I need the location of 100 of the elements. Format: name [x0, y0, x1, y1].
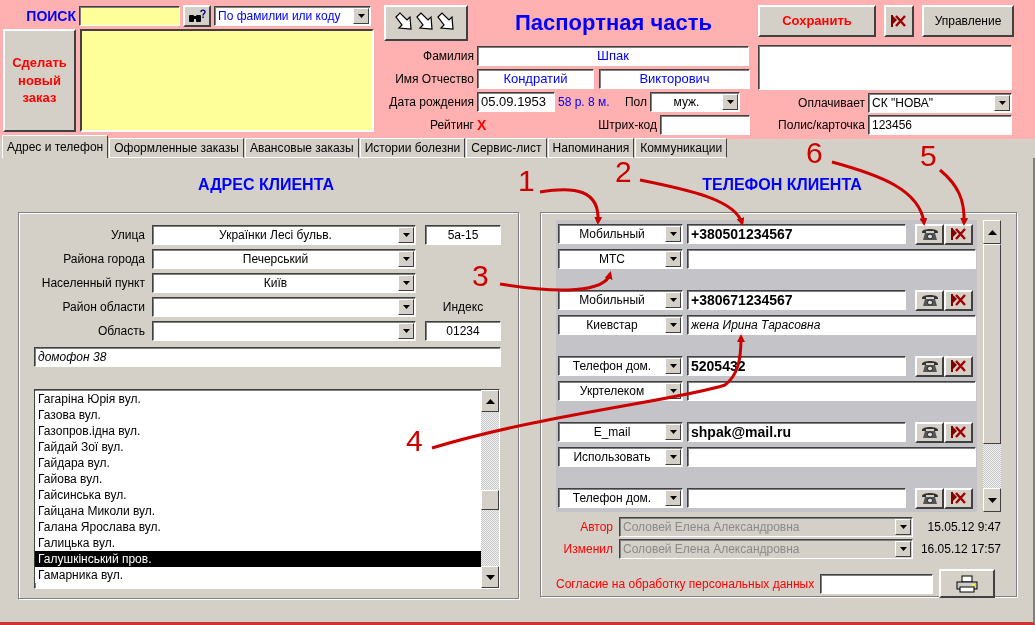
tab[interactable]: Авансовые заказы — [244, 138, 359, 158]
age-text: 58 р. 8 м. — [558, 94, 611, 109]
contact-note-field[interactable] — [687, 381, 976, 401]
contact-type-dropdown[interactable]: Телефон дом. — [558, 356, 683, 376]
birth-date-field[interactable]: 05.09.1953 — [477, 91, 555, 112]
tab[interactable]: Истории болезни — [359, 138, 466, 158]
dropdown-button[interactable] — [398, 299, 414, 315]
tab[interactable]: Напоминания — [547, 138, 635, 158]
contact-type-dropdown[interactable]: Мобильный — [558, 290, 683, 310]
caret-icon — [669, 257, 677, 261]
field-label: Фамилия — [422, 48, 474, 63]
delete-button[interactable] — [944, 289, 973, 311]
delete-button[interactable] — [944, 421, 973, 443]
dropdown-button[interactable] — [665, 490, 681, 506]
address-note-field[interactable]: домофон 38 — [34, 347, 501, 367]
caret-icon — [669, 496, 677, 500]
rating-mark: X — [477, 116, 488, 133]
call-button[interactable] — [915, 487, 944, 509]
address-dropdown[interactable] — [152, 297, 416, 317]
contact-type-dropdown[interactable]: Мобильный — [558, 224, 683, 244]
contact-value-field[interactable]: +380671234567 — [687, 290, 906, 310]
address-dropdown[interactable]: Печерський — [152, 249, 416, 269]
down-arrow-icon — [987, 497, 997, 503]
dropdown-button[interactable] — [665, 251, 681, 267]
contact-note-field[interactable]: жена Ирина Тарасовна — [687, 315, 976, 335]
call-button[interactable] — [915, 421, 944, 443]
address-dropdown[interactable]: Київ — [152, 273, 416, 293]
operator-dropdown[interactable]: Укртелеком — [558, 381, 683, 401]
sex-dropdown[interactable]: муж. — [650, 91, 740, 112]
delete-button[interactable] — [944, 355, 973, 377]
cancel-button[interactable] — [884, 5, 914, 37]
scroll-up-button[interactable] — [481, 390, 499, 412]
scroll-thumb[interactable] — [481, 490, 499, 510]
contact-note-field[interactable] — [687, 447, 976, 467]
dropdown-button[interactable] — [665, 424, 681, 440]
dropdown-button[interactable] — [665, 226, 681, 242]
comment-field[interactable] — [758, 45, 1012, 90]
payer-dropdown[interactable]: СК "НОВА" — [868, 93, 1012, 113]
scroll-down-button[interactable] — [481, 566, 499, 588]
address-field[interactable]: 01234 — [425, 321, 501, 341]
field-label: Автор — [579, 520, 613, 534]
call-button[interactable] — [915, 223, 944, 245]
dropdown-button[interactable] — [665, 358, 681, 374]
contact-note-field[interactable] — [687, 249, 976, 269]
operator-dropdown[interactable]: Использовать — [558, 447, 683, 467]
policy-field[interactable]: 123456 — [868, 115, 1012, 135]
tab[interactable]: Сервис-лист — [466, 138, 547, 158]
address-field[interactable]: 5а-15 — [425, 225, 501, 245]
dropdown-button[interactable] — [398, 275, 414, 291]
dropdown-button[interactable] — [398, 227, 414, 243]
delete-icon — [950, 227, 967, 241]
field-label: Района города — [62, 252, 145, 266]
dropdown-button[interactable] — [722, 93, 738, 110]
tab[interactable]: Адрес и телефон — [2, 135, 109, 158]
caret-icon — [402, 281, 410, 285]
contact-value-field[interactable]: shpak@mail.ru — [687, 422, 906, 442]
dropdown-button[interactable] — [665, 449, 681, 465]
dropdown-button[interactable] — [398, 323, 414, 339]
dropdown-button[interactable] — [665, 292, 681, 308]
scrollbar[interactable] — [983, 220, 1001, 512]
contact-type-dropdown[interactable]: E_mail — [558, 422, 683, 442]
patronymic-field[interactable]: Викторович — [599, 68, 750, 89]
scroll-thumb[interactable] — [983, 244, 1001, 444]
caret-icon — [669, 389, 677, 393]
delete-button[interactable] — [944, 487, 973, 509]
address-dropdown[interactable]: Українки Лесі бульв. — [152, 225, 416, 245]
contact-value-field[interactable] — [687, 488, 906, 508]
scroll-down-button[interactable] — [983, 488, 1001, 512]
search-mode-dropdown[interactable]: По фамилии или коду — [214, 6, 371, 26]
dropdown-button[interactable] — [398, 251, 414, 267]
consent-label: Согласие на обработку персональных данных — [556, 576, 815, 591]
dropdown-button[interactable] — [353, 8, 369, 24]
contact-value-field[interactable]: +380501234567 — [687, 224, 906, 244]
street-list-item[interactable]: Галушкінський пров. — [35, 551, 481, 567]
manage-button[interactable]: Управление — [922, 5, 1014, 37]
call-button[interactable] — [915, 289, 944, 311]
caret-icon — [669, 232, 677, 236]
dropdown-button[interactable] — [994, 95, 1010, 111]
print-button[interactable] — [939, 569, 996, 598]
first-name-field[interactable]: Кондратий — [477, 68, 594, 89]
scroll-up-button[interactable] — [983, 220, 1001, 244]
transfer-button[interactable] — [384, 5, 468, 41]
delete-button[interactable] — [944, 223, 973, 245]
contact-type-dropdown[interactable]: Телефон дом. — [558, 488, 683, 508]
tab[interactable]: Оформленные заказы — [109, 138, 244, 158]
operator-dropdown[interactable]: Киевстар — [558, 315, 683, 335]
dropdown-button[interactable] — [665, 317, 681, 333]
consent-field[interactable] — [820, 573, 934, 594]
tab[interactable]: Коммуникации — [635, 138, 728, 158]
operator-dropdown[interactable]: МТС — [558, 249, 683, 269]
delete-icon — [950, 293, 967, 307]
address-dropdown[interactable] — [152, 321, 416, 341]
scrollbar[interactable] — [481, 390, 499, 588]
surname-field[interactable]: Шпак — [477, 45, 749, 66]
call-button[interactable] — [915, 355, 944, 377]
search-button[interactable] — [183, 5, 211, 27]
barcode-field[interactable] — [660, 114, 750, 135]
caret-icon — [402, 329, 410, 333]
search-field[interactable] — [79, 6, 180, 26]
delete-icon — [950, 491, 967, 505]
